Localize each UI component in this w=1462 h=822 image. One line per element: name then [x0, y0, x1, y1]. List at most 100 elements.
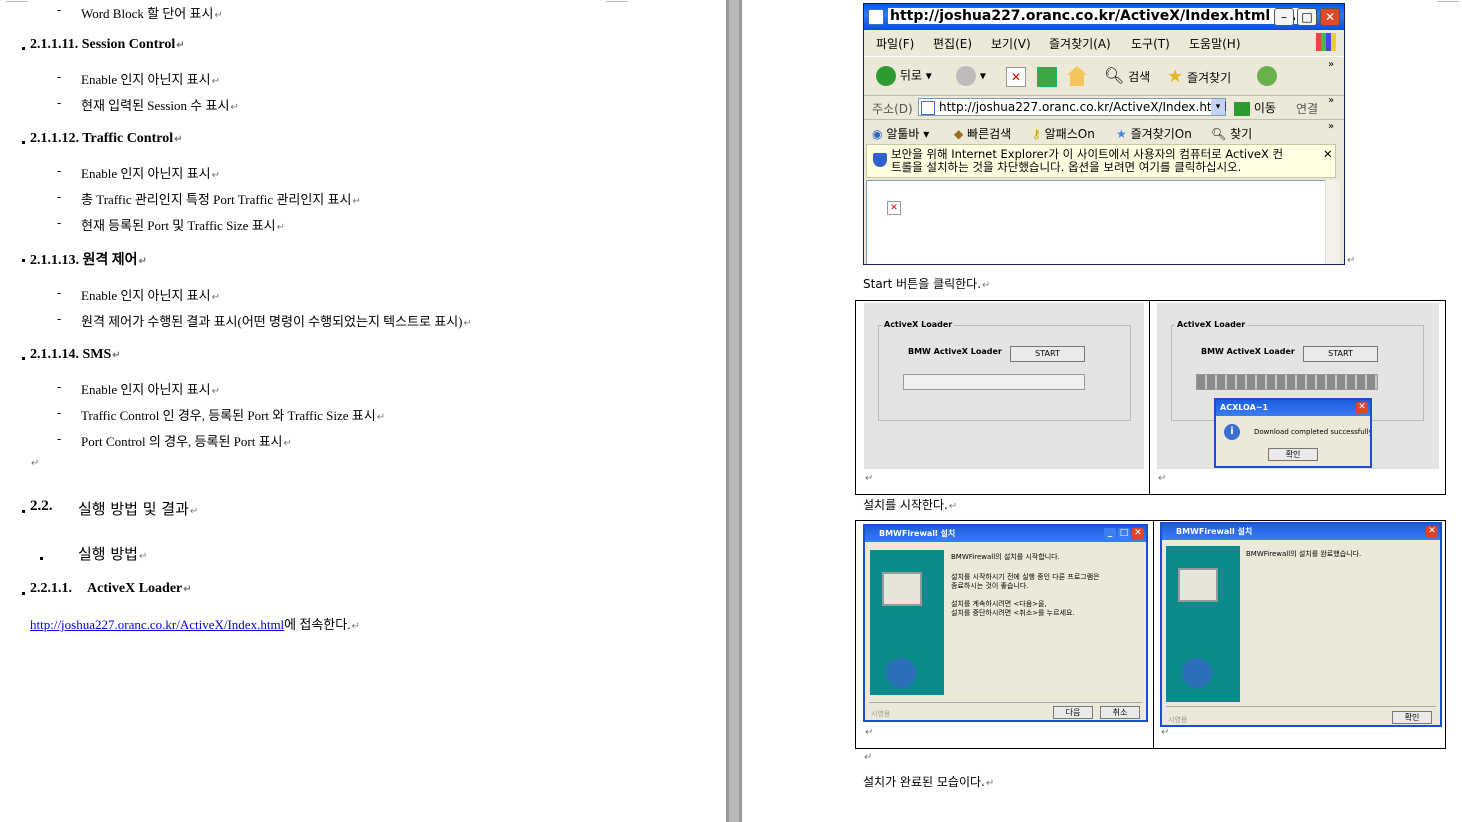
favorites-button[interactable]: ★ 즐겨찾기: [1167, 66, 1231, 87]
cancel-button[interactable]: 취소: [1100, 706, 1140, 719]
installer-text-5: 설치를 중단하시려면 <취소>를 누르세요.: [951, 609, 1075, 617]
page-corner-mark: [606, 0, 628, 2]
address-value: http://joshua227.oranc.co.kr/ActiveX/Ind…: [939, 100, 1227, 114]
menu-tools[interactable]: 도구(T): [1131, 35, 1170, 52]
ie-toolbar: 뒤로 ▾ ▾ ✕ 🔍︎ 검색 ★ 즐겨찾기 »: [864, 56, 1344, 96]
search-button[interactable]: 🔍︎ 검색: [1104, 66, 1150, 85]
list-item: Enable 인지 아닌지 표시↵: [81, 288, 220, 303]
broken-activex-icon: ✕: [887, 201, 901, 215]
forward-button[interactable]: ▾: [956, 66, 986, 86]
ie-menu-bar: 파일(F) 편집(E) 보기(V) 즐겨찾기(A) 도구(T) 도움말(H): [864, 31, 1344, 53]
close-icon[interactable]: ✕: [1320, 8, 1340, 26]
ok-button[interactable]: 확인: [1392, 711, 1432, 724]
history-icon[interactable]: [1257, 66, 1277, 86]
go-button[interactable]: 이동: [1234, 99, 1276, 116]
menu-view[interactable]: 보기(V): [991, 35, 1031, 52]
installer-title-bar: BMWFirewall 설치 ✕: [1162, 524, 1440, 540]
list-dash: -: [57, 312, 62, 326]
minimize-icon[interactable]: –: [1274, 8, 1294, 26]
address-dropdown-icon[interactable]: ▾: [1211, 99, 1225, 115]
computer-icon: [1178, 568, 1218, 602]
section-heading: 실행 방법 및 결과↵: [78, 500, 199, 518]
list-item: 현재 입력된 Session 수 표시↵: [81, 98, 239, 113]
menu-favorites[interactable]: 즐겨찾기(A): [1049, 35, 1111, 52]
loader-group-title: ActiveX Loader: [1175, 320, 1248, 329]
paragraph-mark: ↵: [864, 752, 873, 763]
list-item: 원격 제어가 수행된 결과 표시(어떤 명령이 수행되었는지 텍스트로 표시)↵: [81, 314, 472, 329]
links-bar-item[interactable]: ★ 즐겨찾기On: [1116, 125, 1192, 142]
url-paragraph: http://joshua227.oranc.co.kr/ActiveX/Ind…: [30, 617, 360, 632]
ie-links-bar: ◉ 알툴바 ▾ ◆ 빠른검색 ⚷ 알패스On ★ 즐겨찾기On 🔍︎ 찾기 »: [864, 120, 1344, 144]
globe-icon: [886, 658, 916, 688]
maximize-icon[interactable]: □: [1118, 528, 1130, 540]
list-dash: -: [57, 70, 62, 84]
star-icon: ★: [1167, 66, 1184, 87]
list-dash: -: [57, 216, 62, 230]
section-heading: 2.1.1.13. 원격 제어↵: [30, 253, 147, 268]
dialog-ok-button[interactable]: 확인: [1268, 448, 1318, 461]
minimize-icon[interactable]: _: [1104, 528, 1116, 540]
links-bar-item[interactable]: ◉ 알툴바 ▾: [872, 125, 929, 142]
menu-help[interactable]: 도움말(H): [1189, 35, 1241, 52]
stop-icon[interactable]: ✕: [1006, 67, 1026, 87]
address-input[interactable]: http://joshua227.oranc.co.kr/ActiveX/Ind…: [918, 98, 1227, 116]
back-button[interactable]: 뒤로 ▾: [876, 66, 932, 86]
refresh-icon[interactable]: [1037, 67, 1057, 87]
ie-browser-screenshot: http://joshua227.oranc.co.kr/ActiveX/Ind…: [863, 3, 1345, 265]
page-corner-mark: [1437, 0, 1459, 2]
links-bar-item[interactable]: ⚷ 알패스On: [1032, 125, 1095, 142]
back-arrow-icon: [876, 66, 896, 86]
installer-start-window: BMWFirewall 설치 _ □ ✕ BMWFirewall의 설치를 시작…: [863, 524, 1148, 722]
ie-window-title: http://joshua227.oranc.co.kr/ActiveX/Ind…: [888, 8, 1304, 24]
menu-edit[interactable]: 편집(E): [933, 35, 972, 52]
loader-label: BMW ActiveX Loader: [908, 347, 1002, 356]
vertical-scrollbar[interactable]: [1325, 180, 1340, 264]
ie-address-bar: 주소(D) http://joshua227.oranc.co.kr/Activ…: [864, 95, 1344, 120]
links-bar-item[interactable]: ◆ 빠른검색: [954, 125, 1011, 142]
links-overflow-icon[interactable]: »: [1328, 95, 1334, 106]
installer-text-4: 설치를 계속하시려면 <다음>을,: [951, 600, 1047, 608]
next-button[interactable]: 다음: [1053, 706, 1093, 719]
maximize-icon[interactable]: □: [1297, 8, 1317, 26]
section-heading-number: 2.2.1.1.: [30, 581, 72, 596]
close-icon[interactable]: ✕: [1132, 528, 1144, 540]
heading-bullet: [22, 141, 25, 144]
menu-file[interactable]: 파일(F): [876, 35, 914, 52]
installer-side-graphic: [870, 550, 944, 695]
list-dash: -: [57, 380, 62, 394]
list-item: Word Block 할 단어 표시↵: [81, 6, 223, 21]
installer-text-3: 종료하시는 것이 좋습니다.: [951, 582, 1029, 590]
quick-search-icon: ◆: [954, 127, 964, 141]
links-bar-item[interactable]: 🔍︎ 찾기: [1211, 125, 1252, 142]
list-item: Enable 인지 아닌지 표시↵: [81, 72, 220, 87]
star-icon: ★: [1116, 127, 1127, 141]
globe-icon: [1182, 658, 1212, 688]
info-bar-text-1: 보안을 위해 Internet Explorer가 이 사이트에서 사용자의 컴…: [891, 147, 1284, 161]
links-bar-overflow-icon[interactable]: »: [1328, 121, 1334, 132]
start-button[interactable]: START: [1010, 346, 1085, 362]
installer-side-graphic: [1166, 546, 1240, 702]
installer-footer: 시영용: [1168, 716, 1188, 724]
sub-heading: 실행 방법↵: [78, 545, 148, 563]
ie-logo-icon: [868, 9, 884, 25]
go-arrow-icon: [1234, 101, 1250, 116]
dialog-close-icon[interactable]: ✕: [1356, 402, 1368, 414]
activex-index-link[interactable]: http://joshua227.oranc.co.kr/ActiveX/Ind…: [30, 617, 284, 632]
installer-divider: [869, 702, 1142, 703]
section-heading: 2.1.1.11. Session Control↵: [30, 37, 185, 52]
info-bar-close-icon[interactable]: ✕: [1323, 148, 1333, 160]
start-button[interactable]: START: [1303, 346, 1378, 362]
paragraph-mark: ↵: [865, 473, 874, 484]
installer-done-text: BMWFirewall의 설치를 완료했습니다.: [1246, 550, 1362, 558]
progress-bar-full: [1196, 374, 1378, 390]
activex-info-bar[interactable]: 보안을 위해 Internet Explorer가 이 사이트에서 사용자의 컴…: [866, 144, 1336, 178]
installer-footer: 시영용: [871, 710, 891, 718]
list-item: 총 Traffic 관리인지 특정 Port Traffic 관리인지 표시↵: [81, 192, 361, 207]
page-content-area: ✕: [866, 180, 1329, 264]
close-icon[interactable]: ✕: [1426, 526, 1438, 538]
list-item: 현재 등록된 Port 및 Traffic Size 표시↵: [81, 218, 286, 233]
home-icon[interactable]: [1067, 66, 1087, 86]
links-label[interactable]: 연결: [1296, 100, 1318, 117]
toolbar-overflow-icon[interactable]: »: [1328, 59, 1334, 70]
installer-done-window: BMWFirewall 설치 ✕ BMWFirewall의 설치를 완료했습니다…: [1160, 522, 1442, 727]
